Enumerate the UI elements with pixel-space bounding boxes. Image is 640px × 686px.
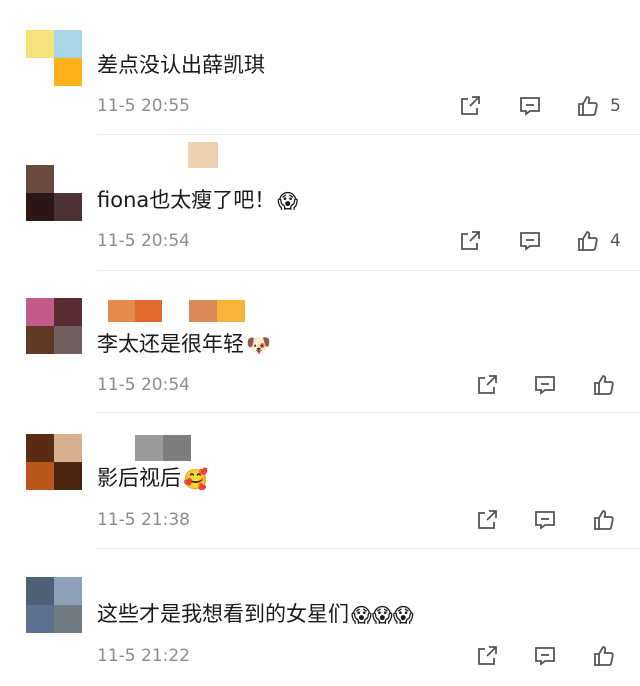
share-icon xyxy=(478,510,497,529)
comment-text: 李太还是很年轻 🐶 xyxy=(97,329,271,360)
thumbs-up-icon xyxy=(594,510,614,530)
avatar-tile xyxy=(26,165,54,193)
avatar-tile xyxy=(26,434,54,462)
like-button[interactable] xyxy=(589,505,619,535)
reply-button[interactable] xyxy=(530,370,560,400)
avatar-tile xyxy=(54,326,82,354)
share-icon xyxy=(461,231,480,250)
avatar-tile xyxy=(26,30,54,58)
avatar[interactable] xyxy=(26,298,82,354)
comment-body: 这些才是我想看到的女星们 xyxy=(97,602,349,626)
avatar-tile xyxy=(54,605,82,633)
comment-text: fiona也太瘦了吧！ 😱 xyxy=(97,185,298,216)
avatar-tile xyxy=(26,577,54,605)
comment-icon xyxy=(535,376,555,395)
thumbs-up-icon xyxy=(578,96,598,116)
comment-timestamp: 11-5 21:38 xyxy=(97,510,190,530)
comment-timestamp: 11-5 20:54 xyxy=(97,231,190,251)
divider xyxy=(97,134,640,135)
thumbs-up-icon xyxy=(594,375,614,395)
reply-button[interactable] xyxy=(530,641,560,671)
avatar-tile xyxy=(26,58,54,86)
avatar-tile xyxy=(26,462,54,490)
comment-body: fiona也太瘦了吧！ xyxy=(97,188,276,212)
avatar-tile xyxy=(54,193,82,221)
like-count: 5 xyxy=(610,96,621,116)
comment-text: 这些才是我想看到的女星们 😱😱😱 xyxy=(97,599,414,630)
comment-timestamp: 11-5 20:55 xyxy=(97,96,190,116)
comment-text: 差点没认出薛凯琪 xyxy=(97,50,265,80)
scream-emoji: 😱 xyxy=(277,189,299,213)
username-blurred[interactable] xyxy=(135,435,191,461)
avatar-tile xyxy=(26,193,54,221)
love-emoji: 🥰 xyxy=(183,467,208,491)
avatar-tile xyxy=(54,165,82,193)
share-icon xyxy=(461,96,480,115)
comment-text: 影后视后 🥰 xyxy=(97,463,208,494)
avatar-tile xyxy=(26,605,54,633)
comment-icon xyxy=(520,97,540,116)
comment-icon xyxy=(535,647,555,666)
like-count: 4 xyxy=(610,231,621,251)
avatar[interactable] xyxy=(26,434,82,490)
divider xyxy=(97,412,640,413)
avatar-tile xyxy=(54,58,82,86)
avatar-tile xyxy=(54,434,82,462)
scream-emoji: 😱😱😱 xyxy=(351,603,414,627)
reply-button[interactable] xyxy=(530,505,560,535)
doge-emoji: 🐶 xyxy=(246,333,271,357)
reply-button[interactable] xyxy=(515,91,545,121)
username-blurred[interactable] xyxy=(108,300,162,322)
divider xyxy=(97,270,640,271)
reply-button[interactable] xyxy=(515,226,545,256)
avatar-tile xyxy=(26,298,54,326)
share-button[interactable] xyxy=(472,505,502,535)
like-button[interactable] xyxy=(573,91,603,121)
share-button[interactable] xyxy=(455,226,485,256)
comment-icon xyxy=(520,232,540,251)
username-blurred[interactable] xyxy=(188,142,218,168)
comment-icon xyxy=(535,511,555,530)
share-button[interactable] xyxy=(455,91,485,121)
avatar-tile xyxy=(54,462,82,490)
like-button[interactable] xyxy=(589,370,619,400)
comment-timestamp: 11-5 21:22 xyxy=(97,646,190,666)
divider xyxy=(97,548,640,549)
like-button[interactable] xyxy=(573,226,603,256)
avatar-tile xyxy=(54,298,82,326)
comment-body: 差点没认出薛凯琪 xyxy=(97,53,265,77)
like-button[interactable] xyxy=(589,641,619,671)
share-button[interactable] xyxy=(472,370,502,400)
avatar-tile xyxy=(54,577,82,605)
avatar[interactable] xyxy=(26,30,82,86)
share-icon xyxy=(478,646,497,665)
share-icon xyxy=(478,375,497,394)
avatar[interactable] xyxy=(26,577,82,633)
comment-timestamp: 11-5 20:54 xyxy=(97,375,190,395)
username-blurred[interactable] xyxy=(189,300,245,322)
thumbs-up-icon xyxy=(594,646,614,666)
avatar-tile xyxy=(26,326,54,354)
avatar[interactable] xyxy=(26,165,82,221)
share-button[interactable] xyxy=(472,641,502,671)
avatar-tile xyxy=(54,30,82,58)
comment-body: 影后视后 xyxy=(97,466,181,490)
comment-body: 李太还是很年轻 xyxy=(97,332,244,356)
thumbs-up-icon xyxy=(578,231,598,251)
